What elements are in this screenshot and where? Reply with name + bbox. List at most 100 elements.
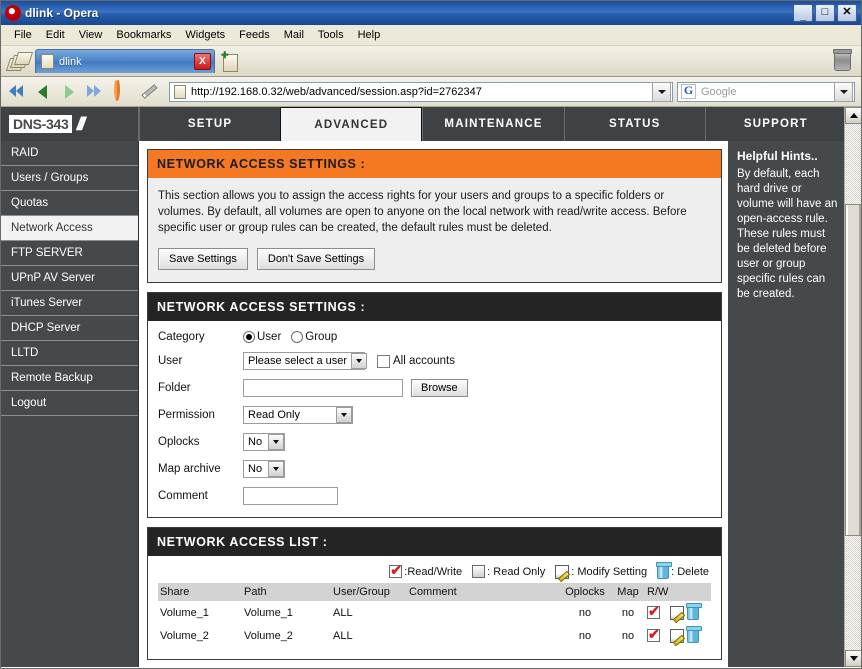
menu-item-help[interactable]: Help xyxy=(351,27,388,43)
column-comment: Comment xyxy=(407,583,559,601)
legend-read-only: : Read Only xyxy=(472,565,545,578)
tab-status[interactable]: STATUS xyxy=(563,107,705,141)
radio-category-user[interactable] xyxy=(243,331,255,343)
menu-item-tools[interactable]: Tools xyxy=(311,27,351,43)
read-write-icon[interactable] xyxy=(647,627,660,642)
menu-item-view[interactable]: View xyxy=(72,27,110,43)
search-input[interactable]: G Google xyxy=(677,81,855,102)
save-settings-button[interactable]: Save Settings xyxy=(158,248,248,270)
sidebar-item-remote-backup[interactable]: Remote Backup xyxy=(1,366,138,391)
url-input[interactable]: http://192.168.0.32/web/advanced/session… xyxy=(169,81,673,102)
intro-panel-title: NETWORK ACCESS SETTINGS : xyxy=(148,150,721,178)
menu-bar: File Edit View Bookmarks Widgets Feeds M… xyxy=(1,25,861,46)
window-title: dlink - Opera xyxy=(25,6,99,20)
sidebar-item-users-groups[interactable]: Users / Groups xyxy=(1,166,138,191)
tab-close-icon[interactable]: X xyxy=(194,53,211,70)
menu-item-bookmarks[interactable]: Bookmarks xyxy=(109,27,178,43)
row-user: User Please select a user All accounts xyxy=(158,352,711,370)
fast-forward-icon[interactable] xyxy=(85,81,109,103)
vertical-scrollbar[interactable] xyxy=(844,107,861,667)
maximize-button[interactable]: □ xyxy=(815,4,835,22)
menu-item-edit[interactable]: Edit xyxy=(39,27,72,43)
network-access-settings-form-panel: NETWORK ACCESS SETTINGS : Category User … xyxy=(147,292,722,518)
select-user[interactable]: Please select a user xyxy=(243,352,368,370)
delete-icon[interactable] xyxy=(686,626,702,643)
device-nav-tabs: SETUP ADVANCED MAINTENANCE STATUS SUPPOR… xyxy=(139,107,846,141)
cell-share: Volume_2 xyxy=(160,629,209,642)
close-button[interactable]: ✕ xyxy=(837,4,857,22)
forward-icon[interactable] xyxy=(59,81,83,103)
sidebar-item-raid[interactable]: RAID xyxy=(1,141,138,166)
modify-setting-icon[interactable] xyxy=(670,628,684,643)
edit-pencil-icon[interactable] xyxy=(137,81,161,103)
cell-oplocks: no xyxy=(578,606,592,619)
intro-panel-description: This section allows you to assign the ac… xyxy=(158,190,687,234)
search-placeholder: Google xyxy=(701,85,737,98)
delete-icon[interactable] xyxy=(686,603,702,620)
chevron-down-icon[interactable] xyxy=(268,461,284,477)
input-comment[interactable] xyxy=(243,487,338,505)
sidebar-item-network-access[interactable]: Network Access xyxy=(1,216,138,241)
cell-user-group: ALL xyxy=(333,606,353,619)
minimize-button[interactable]: _ xyxy=(793,4,813,22)
search-dropdown-icon[interactable] xyxy=(834,81,853,102)
chevron-down-icon[interactable] xyxy=(268,434,284,450)
tab-maintenance[interactable]: MAINTENANCE xyxy=(422,107,563,141)
legend-modify-setting: : Modify Setting xyxy=(555,564,647,579)
tab-support[interactable]: SUPPORT xyxy=(704,107,846,141)
legend-delete-label: : Delete xyxy=(671,565,709,578)
new-tab-icon[interactable]: ✚ xyxy=(221,51,239,72)
sidebar-item-quotas[interactable]: Quotas xyxy=(1,191,138,216)
tab-setup[interactable]: SETUP xyxy=(139,107,280,141)
chevron-down-icon[interactable] xyxy=(336,407,352,423)
page-icon xyxy=(41,54,54,69)
select-oplocks[interactable]: No xyxy=(243,433,285,451)
tab-stack-icon[interactable] xyxy=(5,51,34,71)
network-access-table: Share Path User/Group Comment Oplocks Ma… xyxy=(158,583,711,647)
select-map-archive[interactable]: No xyxy=(243,460,285,478)
url-dropdown-icon[interactable] xyxy=(652,81,671,102)
main-content: NETWORK ACCESS SETTINGS : This section a… xyxy=(139,141,728,667)
legend-read-write: :Read/Write xyxy=(389,563,462,578)
reload-icon[interactable] xyxy=(111,77,135,103)
dont-save-settings-button[interactable]: Don't Save Settings xyxy=(256,248,376,270)
menu-item-file[interactable]: File xyxy=(7,27,39,43)
scroll-up-icon[interactable] xyxy=(845,107,861,124)
menu-item-widgets[interactable]: Widgets xyxy=(178,27,232,43)
cell-map: no xyxy=(621,606,635,619)
legend-read-only-label: : Read Only xyxy=(487,565,546,578)
sidebar-item-upnp-av-server[interactable]: UPnP AV Server xyxy=(1,266,138,291)
rewind-icon[interactable] xyxy=(7,81,31,103)
sidebar-item-ftp-server[interactable]: FTP SERVER xyxy=(1,241,138,266)
scroll-down-icon[interactable] xyxy=(845,650,861,667)
sidebar-item-dhcp-server[interactable]: DHCP Server xyxy=(1,316,138,341)
input-folder[interactable] xyxy=(243,379,403,397)
menu-item-feeds[interactable]: Feeds xyxy=(232,27,277,43)
back-icon[interactable] xyxy=(33,81,57,103)
scrollbar-thumb[interactable] xyxy=(845,204,861,536)
browser-tab-dlink[interactable]: dlink X xyxy=(35,49,215,73)
list-legend: :Read/Write : Read Only : Modify Setting xyxy=(158,562,711,579)
minimize-icon: _ xyxy=(799,9,807,22)
sidebar-item-logout[interactable]: Logout xyxy=(1,391,138,416)
tab-bar: dlink X ✚ xyxy=(1,46,861,77)
hints-text: By default, each hard drive or volume wi… xyxy=(737,168,838,300)
row-comment: Comment xyxy=(158,487,711,505)
chevron-down-icon[interactable] xyxy=(351,353,368,369)
checkbox-all-accounts[interactable] xyxy=(377,354,390,368)
delete-icon xyxy=(656,562,673,579)
sidebar-item-itunes-server[interactable]: iTunes Server xyxy=(1,291,138,316)
read-write-icon[interactable] xyxy=(647,604,660,619)
address-bar: http://192.168.0.32/web/advanced/session… xyxy=(1,77,861,107)
label-oplocks: Oplocks xyxy=(158,436,200,448)
menu-item-mail[interactable]: Mail xyxy=(277,27,311,43)
radio-category-group[interactable] xyxy=(291,331,304,343)
cell-actions xyxy=(645,624,711,647)
select-permission[interactable]: Read Only xyxy=(243,406,353,424)
trash-icon[interactable] xyxy=(833,49,852,71)
cell-comment xyxy=(407,601,559,624)
browse-button[interactable]: Browse xyxy=(411,379,468,397)
sidebar-item-lltd[interactable]: LLTD xyxy=(1,341,138,366)
tab-advanced[interactable]: ADVANCED xyxy=(280,107,423,141)
modify-setting-icon[interactable] xyxy=(670,605,684,620)
